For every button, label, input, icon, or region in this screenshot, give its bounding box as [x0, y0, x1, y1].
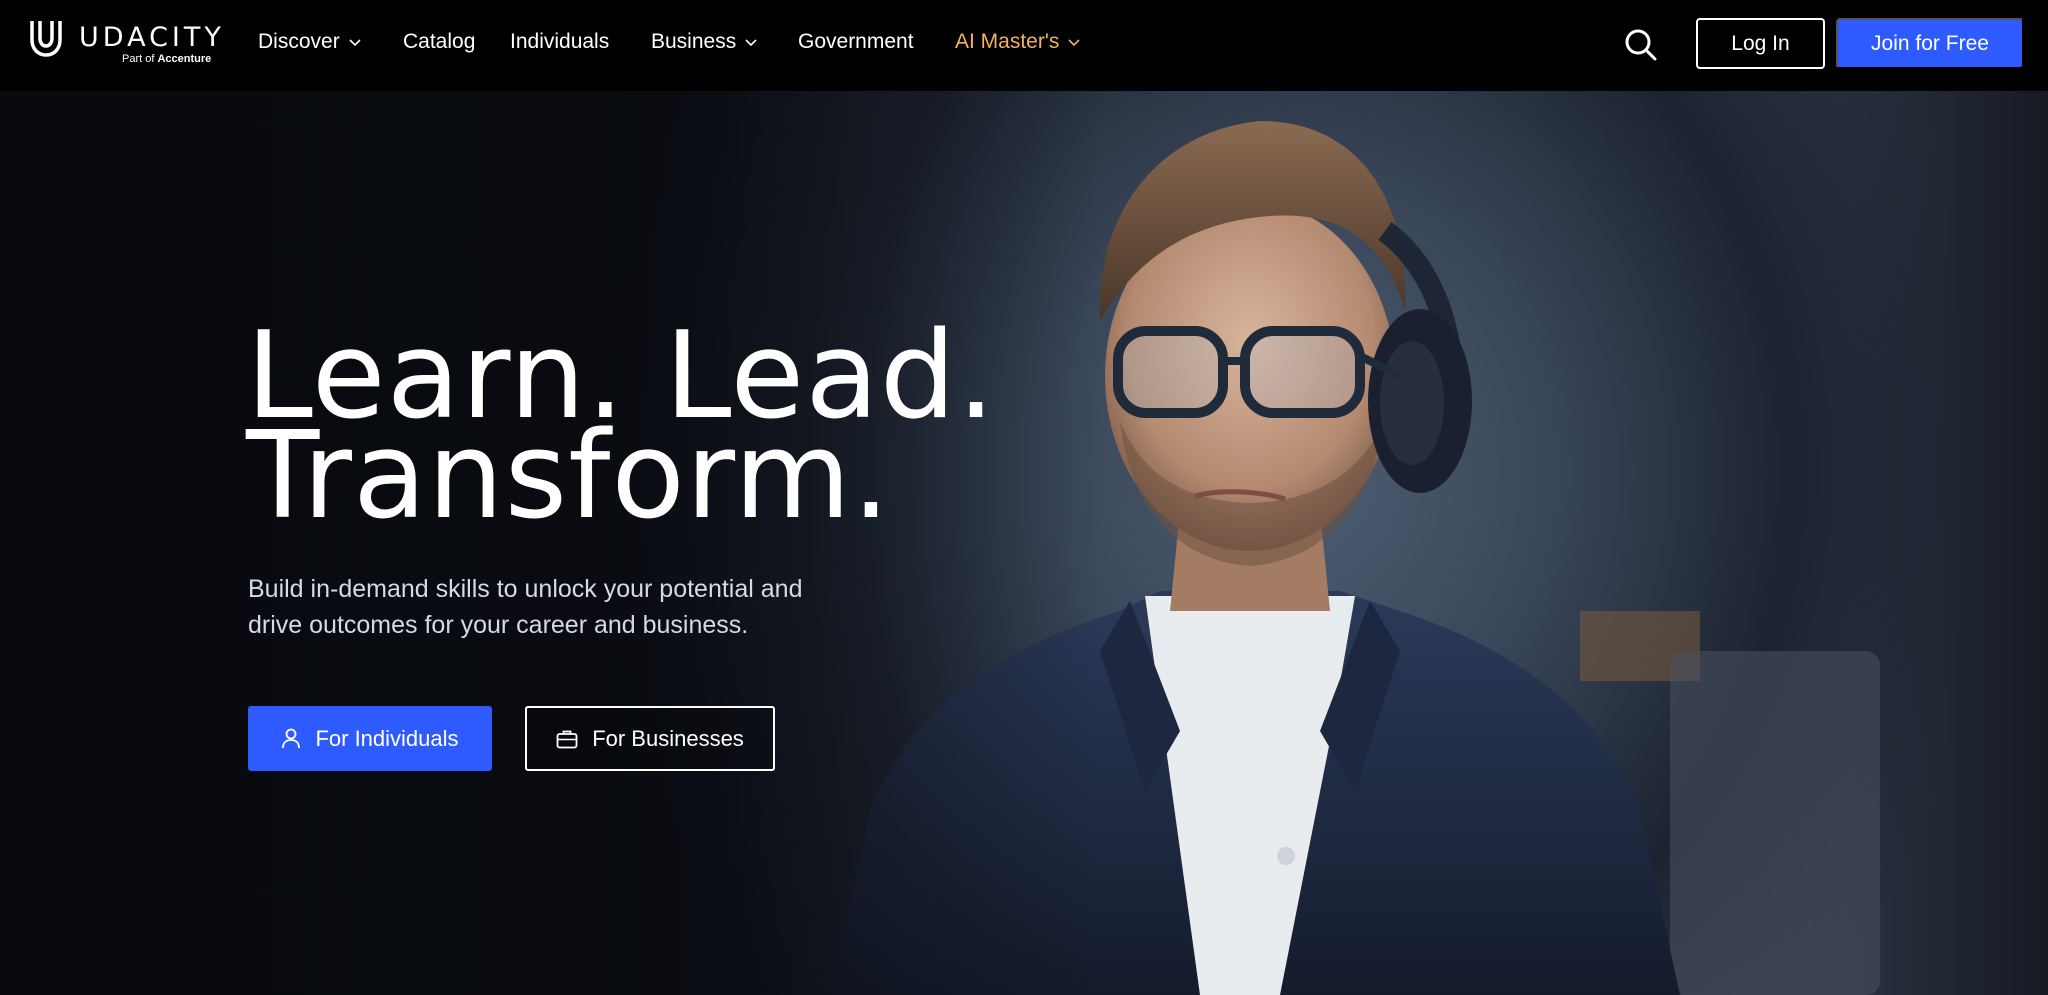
hero-subtitle: Build in-demand skills to unlock your po… — [248, 575, 803, 639]
for-individuals-label: For Individuals — [315, 725, 459, 751]
nav-government-label: Government — [798, 30, 914, 53]
search-button[interactable] — [1624, 28, 1658, 62]
nav-catalog-label: Catalog — [403, 30, 476, 53]
nav-business[interactable]: Business — [651, 30, 758, 54]
login-button[interactable]: Log In — [1696, 18, 1825, 69]
hero-headline: Learn. Lead. Transform. — [246, 317, 996, 546]
brand-name: UDACITY — [79, 22, 225, 53]
nav-discover-label: Discover — [258, 30, 340, 53]
for-individuals-button[interactable]: For Individuals — [248, 706, 492, 771]
user-icon — [282, 728, 301, 748]
udacity-u-icon — [30, 21, 62, 57]
join-for-free-button[interactable]: Join for Free — [1836, 18, 2024, 69]
hero-section: Learn. Lead. Transform. Build in-demand … — [0, 91, 2048, 995]
udacity-logo[interactable]: UDACITY Part of Accenture — [27, 18, 221, 68]
nav-individuals[interactable]: Individuals — [510, 30, 609, 54]
nav-government[interactable]: Government — [798, 30, 914, 54]
brand-subtitle: Part of Accenture — [122, 53, 212, 65]
hero-headline-line2: Transform. — [246, 407, 892, 546]
nav-ai-masters[interactable]: AI Master's — [955, 30, 1081, 54]
nav-business-label: Business — [651, 30, 737, 53]
chevron-down-icon — [349, 39, 361, 47]
chevron-down-icon — [1068, 39, 1080, 47]
briefcase-icon — [556, 730, 578, 748]
nav-catalog[interactable]: Catalog — [403, 30, 475, 54]
search-icon — [1625, 29, 1657, 61]
for-businesses-label: For Businesses — [592, 725, 744, 751]
top-navbar: UDACITY Part of Accenture Discover Catal… — [0, 0, 2048, 91]
for-businesses-button[interactable]: For Businesses — [525, 706, 775, 771]
nav-individuals-label: Individuals — [510, 30, 610, 53]
chevron-down-icon — [745, 39, 757, 47]
nav-ai-masters-label: AI Master's — [955, 30, 1060, 53]
nav-discover[interactable]: Discover — [258, 30, 362, 54]
